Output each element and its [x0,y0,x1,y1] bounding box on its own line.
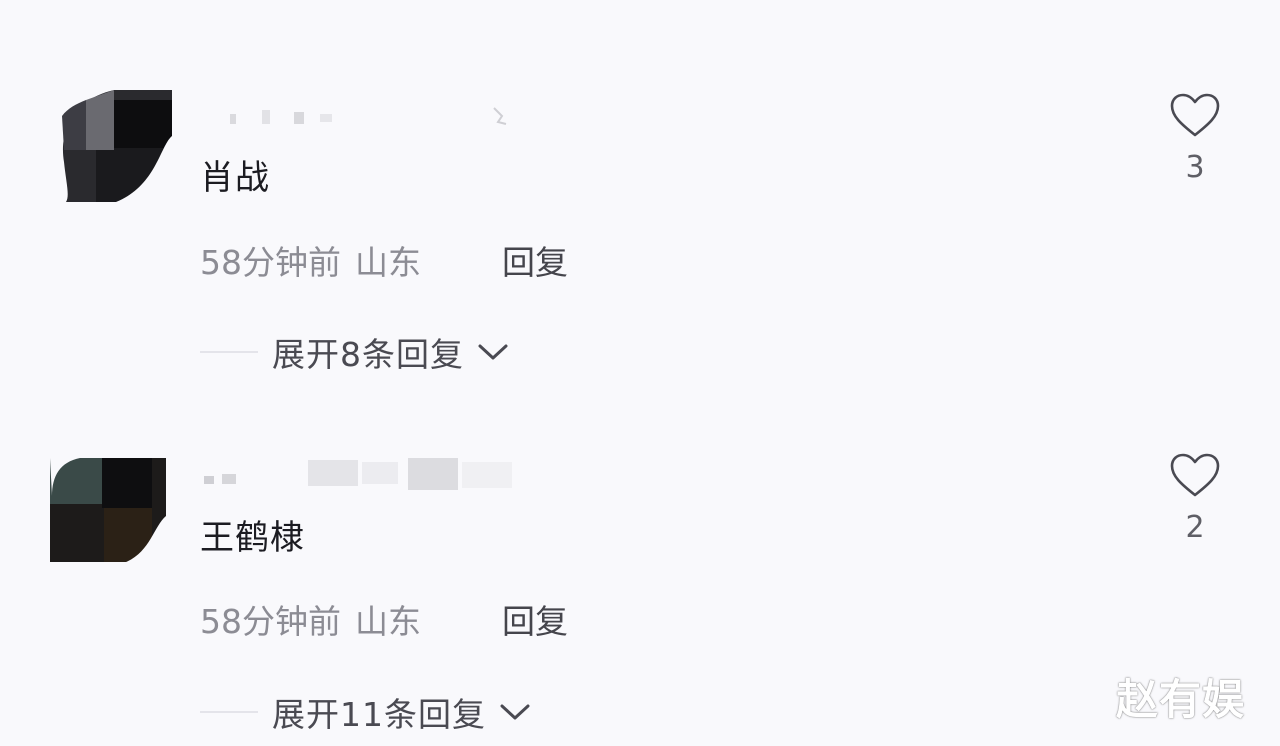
comment-text: 王鹤棣 [200,518,305,558]
comment-meta: 58分钟前 山东 [200,595,421,643]
divider [200,711,258,713]
like-button[interactable]: 2 [1160,452,1230,545]
watermark: 赵有娱 [1116,675,1246,724]
avatar[interactable] [50,456,166,572]
heart-outline-icon [1170,453,1220,497]
like-count: 2 [1185,510,1205,545]
username-redacted [202,458,532,490]
timestamp: 58分钟前 [200,602,341,641]
expand-replies-button[interactable]: 展开11条回复 [200,690,532,734]
reply-button[interactable]: 回复 [502,595,568,643]
comment-item: 王鹤棣 58分钟前 山东 回复 展开11条回复 2 [0,0,1280,734]
chevron-down-icon [500,704,530,720]
location: 山东 [355,602,421,641]
expand-replies-label: 展开11条回复 [272,695,486,734]
